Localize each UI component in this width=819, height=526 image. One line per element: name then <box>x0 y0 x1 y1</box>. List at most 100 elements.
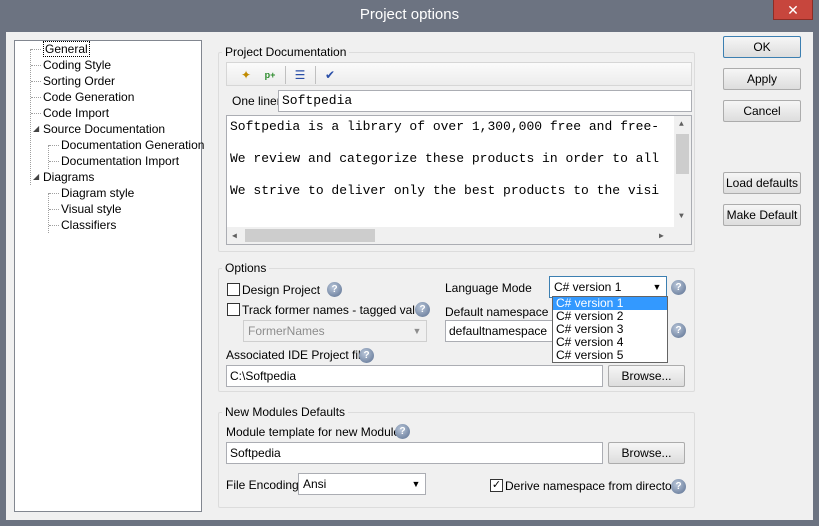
language-mode-value: C# version 1 <box>554 280 622 294</box>
default-namespace-input[interactable]: defaultnamespace <box>445 320 555 342</box>
close-button[interactable]: ✕ <box>773 0 813 20</box>
tree-item-label: Documentation Import <box>61 154 180 168</box>
tree-guide <box>48 193 49 233</box>
options-tree[interactable]: General Coding Style Sorting Order Code … <box>14 40 204 512</box>
tree-item-label: Code Import <box>43 106 110 120</box>
tree-guide <box>48 145 49 169</box>
language-mode-select[interactable]: C# version 1 ▼ <box>549 276 667 298</box>
derive-namespace-checkbox[interactable]: ✓ <box>490 479 503 492</box>
ok-button[interactable]: OK <box>723 36 801 58</box>
tree-item-label: Classifiers <box>61 218 117 232</box>
collapse-triangle-icon[interactable]: ◢ <box>33 172 39 181</box>
module-template-input[interactable]: Softpedia <box>226 442 603 464</box>
help-icon[interactable]: ? <box>395 424 410 439</box>
language-mode-option[interactable]: C# version 5 <box>553 349 667 362</box>
chevron-down-icon[interactable]: ▼ <box>409 474 423 494</box>
scroll-thumb[interactable] <box>245 229 375 242</box>
tree-item-documentation-import[interactable]: Documentation Import <box>61 153 179 169</box>
magic-wand-icon[interactable]: ✦ <box>237 66 255 84</box>
file-encoding-value: Ansi <box>303 477 327 491</box>
tree-item-label: Diagrams <box>43 170 95 184</box>
tree-item-documentation-generation[interactable]: Documentation Generation <box>61 137 204 153</box>
design-project-checkbox[interactable] <box>227 283 240 296</box>
tree-guide <box>30 49 31 185</box>
apply-button[interactable]: Apply <box>723 68 801 90</box>
track-former-names-label: Track former names - tagged value <box>242 303 429 317</box>
chevron-down-icon[interactable]: ▼ <box>650 277 664 297</box>
load-defaults-button[interactable]: Load defaults <box>723 172 801 194</box>
tree-item-code-generation[interactable]: Code Generation <box>43 89 134 105</box>
tree-item-visual-style[interactable]: Visual style <box>61 201 121 217</box>
ide-project-file-label: Associated IDE Project file <box>226 348 368 362</box>
make-default-button[interactable]: Make Default <box>723 204 801 226</box>
memo-line: Softpedia is a library of over 1,300,000… <box>230 119 660 134</box>
new-modules-defaults-title: New Modules Defaults <box>222 405 349 419</box>
tree-item-source-documentation[interactable]: Source Documentation <box>43 121 165 137</box>
one-liner-label: One liner <box>232 94 281 108</box>
scroll-left-icon[interactable]: ◀ <box>232 231 237 241</box>
one-liner-input[interactable]: Softpedia <box>278 90 692 112</box>
documentation-memo[interactable]: Softpedia is a library of over 1,300,000… <box>226 115 692 245</box>
chevron-down-icon: ▼ <box>412 326 422 336</box>
help-icon[interactable]: ? <box>327 282 342 297</box>
toolbar-separator <box>315 66 316 84</box>
project-documentation-title: Project Documentation <box>222 45 350 59</box>
tree-item-classifiers[interactable]: Classifiers <box>61 217 116 233</box>
dialog-client-area: General Coding Style Sorting Order Code … <box>6 32 813 520</box>
add-paragraph-icon[interactable]: p+ <box>261 66 279 84</box>
browse-ide-file-button[interactable]: Browse... <box>608 365 685 387</box>
tree-item-code-import[interactable]: Code Import <box>43 105 109 121</box>
help-icon[interactable]: ? <box>671 323 686 338</box>
browse-template-button[interactable]: Browse... <box>608 442 685 464</box>
help-icon[interactable]: ? <box>359 348 374 363</box>
scroll-thumb[interactable] <box>676 134 689 174</box>
spell-check-icon[interactable]: ✔ <box>321 66 339 84</box>
language-mode-dropdown-list[interactable]: C# version 1 C# version 2 C# version 3 C… <box>552 296 668 363</box>
memo-line: We review and categorize these products … <box>230 151 660 166</box>
tree-guide <box>31 81 41 82</box>
tree-item-label: Sorting Order <box>43 74 116 88</box>
help-icon[interactable]: ? <box>671 479 686 494</box>
cancel-button[interactable]: Cancel <box>723 100 801 122</box>
tree-item-diagram-style[interactable]: Diagram style <box>61 185 134 201</box>
scroll-up-icon[interactable]: ▲ <box>679 120 684 129</box>
title-bar: Project options ✕ <box>0 0 819 32</box>
scroll-down-icon[interactable]: ▼ <box>679 212 684 221</box>
tree-guide <box>49 209 59 210</box>
tree-guide <box>31 113 41 114</box>
track-former-names-checkbox[interactable] <box>227 303 240 316</box>
horizontal-scrollbar[interactable]: ◀ ▶ <box>227 227 674 244</box>
tree-guide <box>49 193 59 194</box>
tree-item-general[interactable]: General <box>43 41 90 57</box>
tree-item-label: Code Generation <box>43 90 135 104</box>
collapse-triangle-icon[interactable]: ◢ <box>33 124 39 133</box>
tree-item-diagrams[interactable]: Diagrams <box>43 169 94 185</box>
former-names-value: FormerNames <box>248 324 325 338</box>
default-namespace-label: Default namespace <box>445 305 549 319</box>
tree-item-label: Documentation Generation <box>61 138 205 152</box>
help-icon[interactable]: ? <box>415 302 430 317</box>
ide-project-file-input[interactable]: C:\Softpedia <box>226 365 603 387</box>
file-encoding-select[interactable]: Ansi ▼ <box>298 473 426 495</box>
module-template-label: Module template for new Modules <box>226 425 407 439</box>
list-format-icon[interactable]: ☰ <box>291 66 309 84</box>
file-encoding-label: File Encoding <box>226 478 299 492</box>
scroll-corner <box>674 227 691 244</box>
derive-namespace-label: Derive namespace from directory <box>505 479 682 493</box>
help-icon[interactable]: ? <box>671 280 686 295</box>
tree-item-label: General <box>43 41 90 57</box>
tree-guide <box>31 97 41 98</box>
scroll-right-icon[interactable]: ▶ <box>659 231 664 241</box>
tree-guide <box>31 49 41 50</box>
project-options-window: Project options ✕ General Coding Style S… <box>0 0 819 526</box>
tree-guide <box>31 65 41 66</box>
options-title: Options <box>222 261 270 275</box>
tree-item-sorting-order[interactable]: Sorting Order <box>43 73 115 89</box>
tree-item-label: Diagram style <box>61 186 135 200</box>
design-project-label: Design Project <box>242 283 321 297</box>
toolbar-separator <box>285 66 286 84</box>
vertical-scrollbar[interactable]: ▲ ▼ <box>674 116 691 227</box>
tree-item-coding-style[interactable]: Coding Style <box>43 57 111 73</box>
tree-guide <box>49 161 59 162</box>
tree-item-label: Coding Style <box>43 58 112 72</box>
